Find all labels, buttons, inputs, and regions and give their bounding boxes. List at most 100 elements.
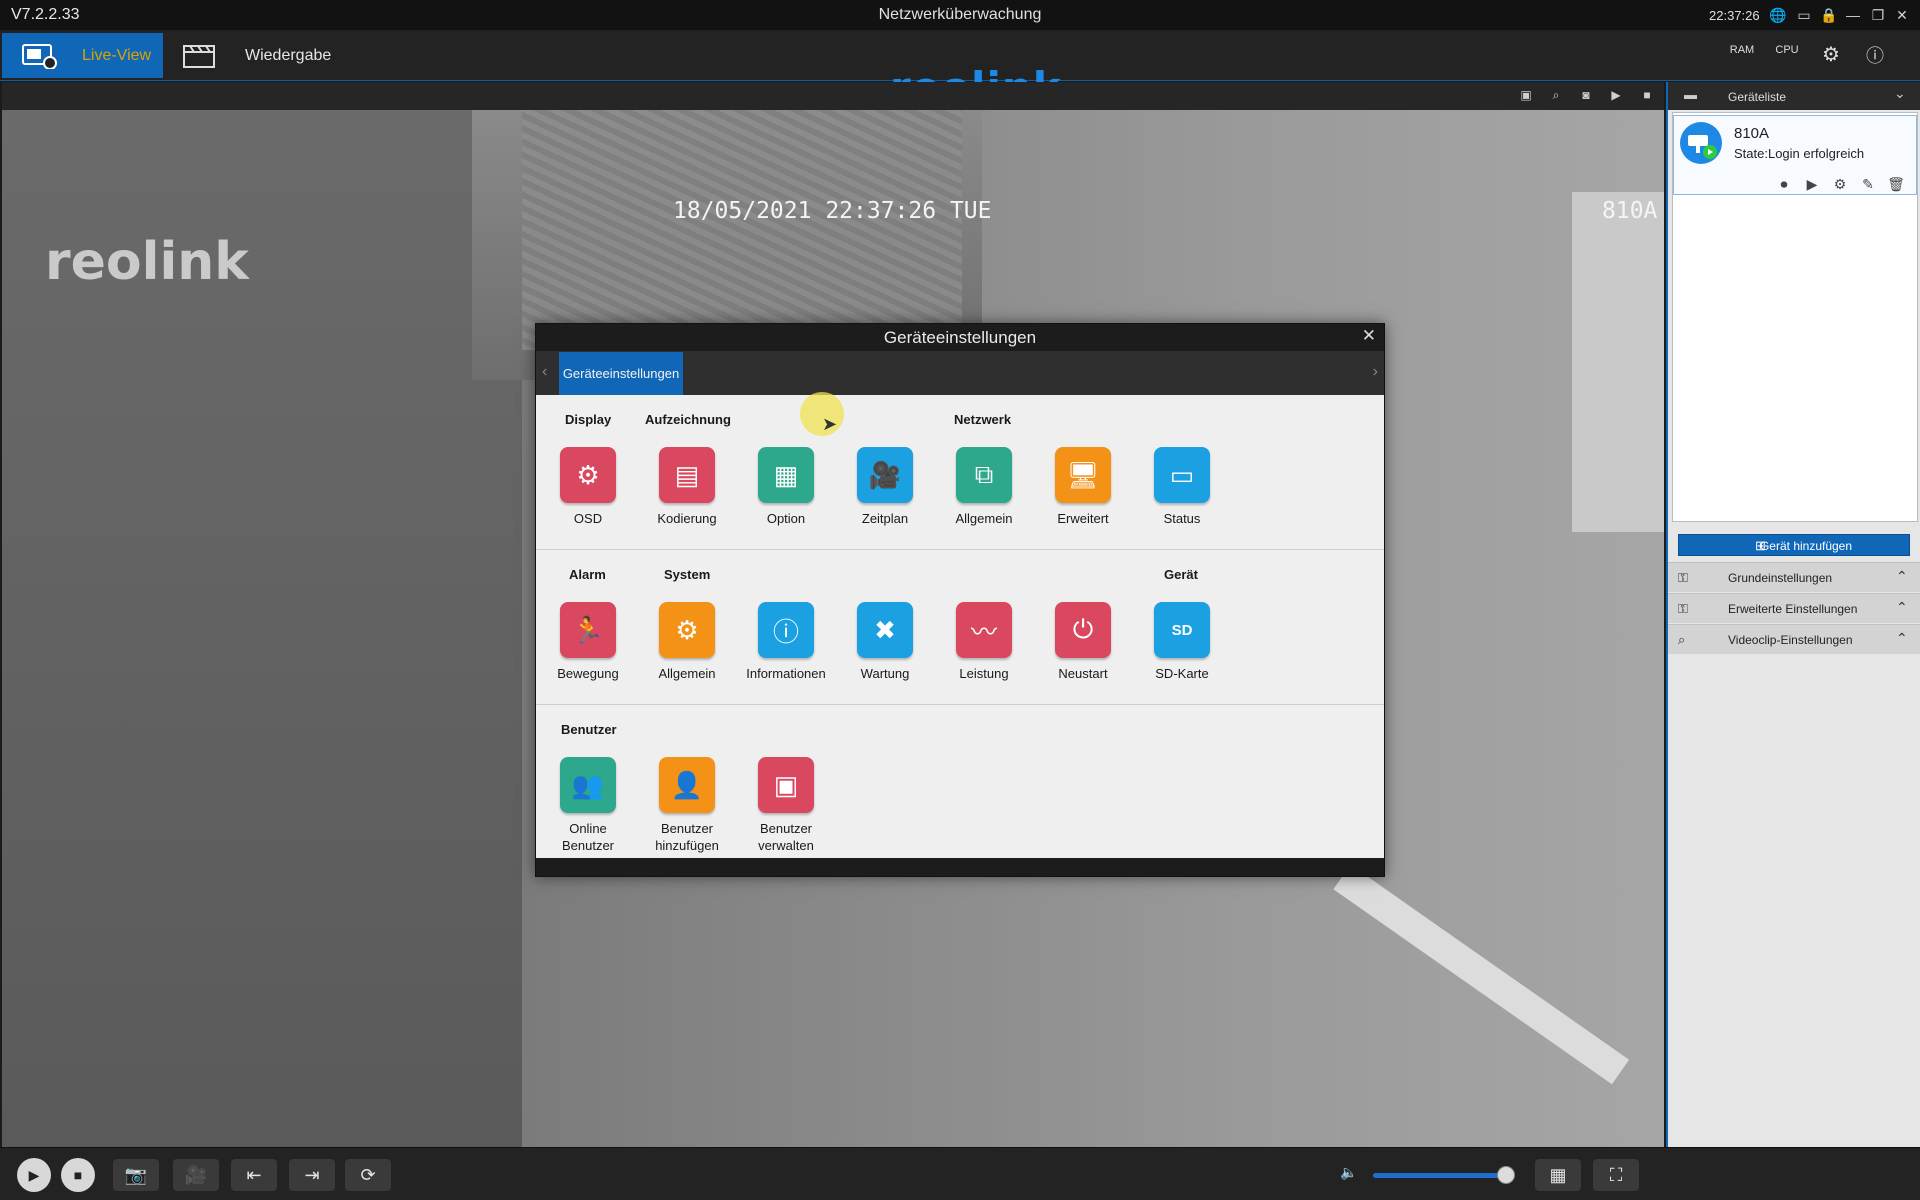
item-label: OSD (573, 511, 603, 526)
camera-settings-icon: ⚿ (1678, 570, 1688, 585)
item-label: Benutzer hinzufügen (655, 821, 719, 853)
bottom-control-bar: ▶ ■ 📷 🎥 ⇤ ⇥ ⟳ 🔈 ▦ ⛶ (0, 1147, 1920, 1200)
item-label: Zeitplan (861, 511, 909, 526)
item-label: Status (1163, 511, 1201, 526)
fullscreen-button[interactable]: ⛶ (1593, 1159, 1639, 1191)
item-schedule[interactable]: 🎥 Zeitplan (835, 447, 935, 527)
item-label: Benutzer verwalten (758, 821, 814, 853)
volume-slider[interactable] (1373, 1173, 1503, 1178)
settings-gear-icon[interactable]: ⚙ (1817, 42, 1845, 66)
item-sd-card[interactable]: SD SD-Karte (1132, 602, 1232, 682)
language-globe-icon[interactable]: 🌐 (1769, 6, 1787, 24)
item-label: Erweitert (1057, 511, 1109, 526)
gear-icon: ⚙ (659, 602, 715, 658)
tab-prev-icon[interactable]: ‹ (542, 363, 547, 381)
device-panel: ▬ Geräteliste ⌄ 810A State:Login erfolgr… (1666, 82, 1920, 1147)
scene-door (1572, 192, 1664, 532)
item-label: Informationen (746, 666, 826, 681)
fit-screen-icon[interactable]: ▣ (1517, 86, 1535, 104)
add-user-icon: 👤 (659, 757, 715, 813)
tab-playback-label: Wiedergabe (245, 47, 332, 64)
power-icon: ⏻ (1055, 602, 1111, 658)
add-device-button[interactable]: ⊞ Gerät hinzufügen (1678, 534, 1910, 556)
section-label-system: System (664, 567, 711, 582)
item-reboot[interactable]: ⏻ Neustart (1033, 602, 1133, 682)
snapshot-button[interactable]: 📷 (113, 1159, 159, 1191)
snapshot-icon[interactable]: ◙ (1577, 86, 1595, 104)
cpu-icon[interactable]: CPU (1773, 44, 1801, 68)
settings-section-alarm: Alarm System Gerät 🏃 Bewegung ⚙ Allgemei… (536, 550, 1384, 705)
manage-users-icon: ▣ (758, 757, 814, 813)
item-label: SD-Karte (1155, 666, 1209, 681)
tab-device-settings[interactable]: Geräteeinstellungen (559, 352, 683, 395)
camera-timestamp: 18/05/2021 22:37:26 TUE (673, 198, 992, 224)
minimize-icon[interactable]: — (1844, 6, 1862, 24)
item-label: Bewegung (557, 666, 619, 681)
scene-edge (1333, 864, 1630, 1085)
item-label: Wartung (860, 666, 910, 681)
delete-icon[interactable]: 🗑 (1886, 174, 1906, 194)
settings-section-users: Benutzer 👥 Online Benutzer 👤 Benutzer hi… (536, 705, 1384, 860)
item-online-users[interactable]: 👥 Online Benutzer (538, 757, 638, 854)
dialog-tab-bar: ‹ Geräteeinstellungen › (536, 351, 1384, 395)
stop-icon[interactable]: ■ (1638, 86, 1656, 104)
item-performance[interactable]: 〰 Leistung (934, 602, 1034, 682)
item-information[interactable]: ⓘ Informationen (736, 602, 836, 682)
item-label: Option (766, 511, 806, 526)
accordion-basic-settings[interactable]: ⚿ Grundeinstellungen ⌃ (1668, 562, 1920, 592)
section-label-recording: Aufzeichnung (645, 412, 731, 427)
previous-page-button[interactable]: ⇤ (231, 1159, 277, 1191)
chevron-down-icon[interactable]: ⌄ (1894, 85, 1906, 102)
accordion-videoclip-settings[interactable]: ⌕ Videoclip-Einstellungen ⌃ (1668, 624, 1920, 654)
dialog-close-icon[interactable]: ✕ (1362, 326, 1376, 346)
lock-icon[interactable]: 🔒 (1820, 6, 1838, 24)
record-button[interactable]: 🎥 (173, 1159, 219, 1191)
volume-mute-icon[interactable]: 🔈 (1340, 1164, 1357, 1181)
play-all-button[interactable]: ▶ (17, 1158, 51, 1192)
item-encoding[interactable]: ▤ Kodierung (637, 447, 737, 527)
item-manage-users[interactable]: ▣ Benutzer verwalten (736, 757, 836, 854)
tab-playback[interactable]: Wiedergabe (178, 33, 338, 78)
screen-icon[interactable]: ▭ (1795, 6, 1813, 24)
item-maintenance[interactable]: ✖ Wartung (835, 602, 935, 682)
item-system-general[interactable]: ⚙ Allgemein (637, 602, 737, 682)
tab-next-icon[interactable]: › (1373, 363, 1378, 381)
live-view-icon (22, 44, 57, 69)
volume-slider-handle[interactable] (1497, 1166, 1515, 1184)
cycle-view-button[interactable]: ⟳ (345, 1159, 391, 1191)
device-settings-dialog: Geräteeinstellungen ✕ ‹ Geräteeinstellun… (535, 323, 1385, 877)
mouse-cursor-icon: ➤ (822, 414, 838, 434)
disconnect-icon[interactable]: ⏺ (1774, 174, 1794, 194)
play-icon[interactable]: ▶ (1802, 174, 1822, 194)
video-camera-icon: 🎥 (857, 447, 913, 503)
device-state: State:Login erfolgreich (1734, 146, 1865, 161)
item-status[interactable]: ▭ Status (1132, 447, 1232, 527)
ram-icon[interactable]: RAM (1728, 44, 1756, 68)
next-page-button[interactable]: ⇥ (289, 1159, 335, 1191)
camera-name-overlay: 810A (1602, 198, 1658, 224)
playback-clapper-icon (183, 45, 215, 68)
item-network-advanced[interactable]: 🖥 Erweitert (1033, 447, 1133, 527)
layout-button[interactable]: ▦ (1535, 1159, 1581, 1191)
accordion-advanced-settings[interactable]: ⚿ Erweiterte Einstellungen ⌃ (1668, 593, 1920, 623)
restore-icon[interactable]: ❐ (1869, 6, 1887, 24)
item-label: Allgemein (955, 511, 1013, 526)
camera-avatar-icon (1680, 122, 1722, 164)
close-icon[interactable]: ✕ (1893, 6, 1911, 24)
item-osd[interactable]: ⚙ OSD (538, 447, 638, 527)
device-item[interactable]: 810A State:Login erfolgreich ⏺ ▶ ⚙ ✎ 🗑 (1673, 115, 1917, 195)
device-list-header[interactable]: ▬ Geräteliste ⌄ (1668, 82, 1920, 110)
item-motion[interactable]: 🏃 Bewegung (538, 602, 638, 682)
edit-icon[interactable]: ✎ (1858, 174, 1878, 194)
tab-live-view[interactable]: Live-View (2, 33, 163, 78)
dialog-body: Display Aufzeichnung Netzwerk ⚙ OSD ▤ Ko… (536, 395, 1384, 859)
item-add-user[interactable]: 👤 Benutzer hinzufügen (637, 757, 737, 854)
item-network-general[interactable]: ⧉ Allgemein (934, 447, 1034, 527)
item-option[interactable]: ▦ Option (736, 447, 836, 527)
info-icon[interactable]: ⓘ (1861, 42, 1889, 66)
tools-icon: ✖ (857, 602, 913, 658)
device-settings-icon[interactable]: ⚙ (1830, 174, 1850, 194)
stop-all-button[interactable]: ■ (61, 1158, 95, 1192)
record-icon[interactable]: ▶ (1607, 86, 1625, 104)
zoom-icon[interactable]: ⌕ (1547, 86, 1565, 104)
